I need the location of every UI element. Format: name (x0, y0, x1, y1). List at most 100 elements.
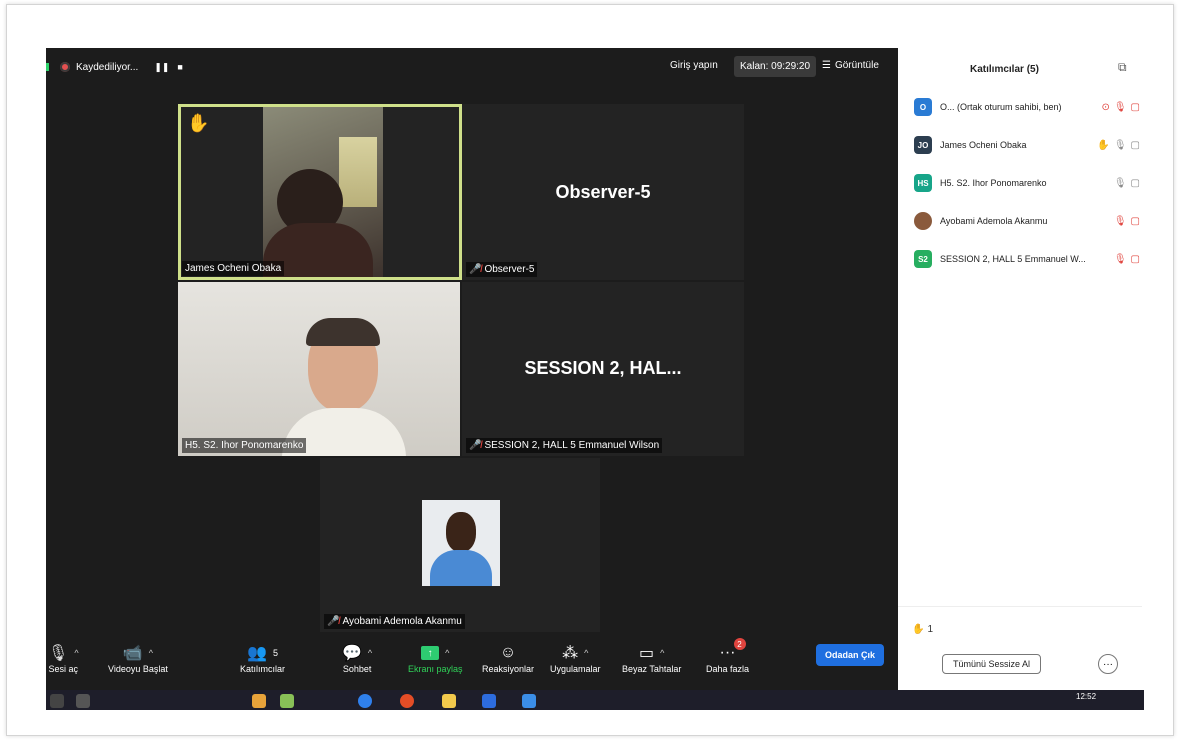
app-icon[interactable] (482, 694, 496, 708)
raised-hands-value: 1 (927, 624, 934, 635)
app-icon[interactable] (522, 694, 536, 708)
stop-recording-button[interactable]: ■ (177, 62, 182, 73)
panel-title: Katılımcılar (5) (970, 64, 1039, 75)
participant-hair (306, 318, 380, 346)
participant-name: James Ocheni Obaka (940, 140, 1027, 150)
app-icon[interactable] (358, 694, 372, 708)
reactions-button[interactable]: ☺ Reaksiyonlar (482, 642, 534, 674)
recording-label: Kaydediliyor... (76, 61, 139, 73)
popout-icon[interactable]: ⧉ (1118, 60, 1127, 75)
app-icon[interactable] (280, 694, 294, 708)
avatar: S2 (914, 250, 932, 268)
start-video-button[interactable]: 📹 ^ Videoyu Başlat (108, 642, 168, 674)
video-options-caret[interactable]: ^ (149, 648, 153, 658)
avatar (914, 212, 932, 230)
chat-button[interactable]: 💬 ^ Sohbet (342, 642, 372, 674)
share-screen-icon: ↑ (421, 646, 440, 660)
video-off-icon: 📹 (122, 645, 143, 662)
notification-badge: 2 (733, 638, 746, 650)
whiteboard-icon: ▭ (639, 645, 655, 662)
window-light (339, 137, 377, 207)
start-video-label: Videoyu Başlat (108, 664, 168, 674)
apps-button[interactable]: ⁂ ^ Uygulamalar (550, 642, 601, 674)
video-off-icon: ▢ (1130, 177, 1140, 189)
participant-row[interactable]: Ayobami Ademola Akanmu 🎙 ▢ (914, 210, 1144, 232)
mic-muted-icon: 🎙 (1113, 215, 1127, 227)
video-tile-james[interactable]: ✋ James Ocheni Obaka (178, 104, 462, 280)
view-label: Görüntüle (834, 60, 879, 71)
participants-icon: 👥 (247, 645, 267, 662)
more-button[interactable]: ··· 2 Daha fazla (706, 638, 750, 674)
participants-button[interactable]: 👥 5 Katılımcılar (240, 642, 285, 674)
apps-icon: ⁂ (562, 645, 579, 662)
avatar: JO (914, 136, 932, 154)
search-icon[interactable] (76, 694, 90, 708)
more-label: Daha fazla (706, 664, 750, 674)
participant-row[interactable]: S2 SESSION 2, HALL 5 Emmanuel W... 🎙 ▢ (914, 248, 1144, 270)
avatar: O (914, 98, 932, 116)
tile-display-name: Observer-5 (555, 182, 651, 202)
tile-name: SESSION 2, HALL 5 Emmanuel Wilson (484, 440, 660, 451)
more-icon: ··· (719, 644, 736, 661)
avatar: HS (914, 174, 932, 192)
meeting-toolbar: 🎙 ^ Sesi aç 📹 ^ Videoyu Başlat 👥 5 Katılımc… (46, 636, 898, 690)
raised-hand-icon: ✋ (1097, 139, 1110, 151)
app-icon[interactable] (400, 694, 414, 708)
raised-hands-count: ✋ 1 (912, 624, 933, 635)
panel-divider (898, 606, 1142, 607)
video-off-icon: ▢ (1130, 215, 1140, 227)
chat-options-caret[interactable]: ^ (368, 648, 372, 658)
participant-row[interactable]: HS H5. S2. Ihor Ponomarenko 🎙 ▢ (914, 172, 1144, 194)
tile-name-tag: 🎤̸ SESSION 2, HALL 5 Emmanuel Wilson (466, 438, 663, 453)
share-screen-button[interactable]: ↑ ^ Ekranı paylaş (408, 642, 463, 674)
unmute-button[interactable]: 🎙 ^ Sesi aç (48, 642, 79, 674)
chat-label: Sohbet (342, 664, 372, 674)
participant-name: Ayobami Ademola Akanmu (940, 216, 1048, 226)
audio-options-caret[interactable]: ^ (74, 648, 78, 658)
mic-muted-icon: 🎤̸ (469, 264, 482, 275)
recording-indicator: Kaydediliyor... ❚❚ ■ (60, 58, 183, 76)
record-icon (60, 62, 70, 72)
video-tile-session2[interactable]: SESSION 2, HAL... 🎤̸ SESSION 2, HALL 5 E… (462, 282, 744, 456)
video-tile-ihor[interactable]: H5. S2. Ihor Ponomarenko (178, 282, 460, 456)
video-tile-ayobami[interactable]: 🎤̸ Ayobami Ademola Akanmu (320, 458, 600, 632)
whiteboard-options-caret[interactable]: ^ (660, 648, 664, 658)
pause-recording-button[interactable]: ❚❚ (154, 62, 169, 73)
participant-row[interactable]: O O... (Ortak oturum sahibi, ben) ⊙ 🎙 ▢ (914, 96, 1144, 118)
profile-photo (422, 500, 500, 586)
apps-label: Uygulamalar (550, 664, 601, 674)
participant-name: H5. S2. Ihor Ponomarenko (940, 178, 1047, 188)
apps-options-caret[interactable]: ^ (584, 648, 588, 658)
app-icon[interactable] (442, 694, 456, 708)
video-off-icon: ▢ (1130, 139, 1140, 151)
windows-taskbar: 12:52 (46, 690, 1144, 710)
video-tile-observer[interactable]: Observer-5 🎤̸ Observer-5 (462, 104, 744, 280)
start-icon[interactable] (50, 694, 64, 708)
tile-name: H5. S2. Ihor Ponomarenko (185, 440, 304, 451)
view-button[interactable]: ☰ Görüntüle (822, 60, 879, 71)
participant-name: O... (Ortak oturum sahibi, ben) (940, 102, 1062, 112)
signin-link[interactable]: Giriş yapın (670, 60, 718, 71)
reactions-icon: ☺ (499, 644, 517, 661)
mic-muted-icon: 🎤̸ (327, 616, 340, 627)
video-feed (178, 282, 460, 456)
participants-panel: Katılımcılar (5) ⧉ O O... (Ortak oturum … (898, 48, 1144, 690)
tile-name-tag: H5. S2. Ihor Ponomarenko (182, 438, 307, 453)
mic-off-icon: 🎙 (48, 645, 69, 662)
chat-icon: 💬 (342, 645, 362, 662)
tile-name: Observer-5 (484, 264, 535, 275)
participant-row[interactable]: JO James Ocheni Obaka ✋ 🎙 ▢ (914, 134, 1144, 156)
share-screen-label: Ekranı paylaş (408, 664, 463, 674)
video-off-icon: ▢ (1130, 101, 1140, 113)
app-icon[interactable] (252, 694, 266, 708)
whiteboard-button[interactable]: ▭ ^ Beyaz Tahtalar (622, 642, 681, 674)
panel-more-button[interactable]: ··· (1098, 654, 1118, 674)
video-feed (263, 107, 383, 277)
security-indicator (46, 63, 49, 71)
share-options-caret[interactable]: ^ (445, 648, 449, 658)
leave-meeting-button[interactable]: Odadan Çık (816, 644, 885, 666)
tile-name-tag: James Ocheni Obaka (182, 261, 285, 276)
mute-all-button[interactable]: Tümünü Sessize Al (942, 654, 1042, 674)
tile-name: Ayobami Ademola Akanmu (342, 616, 462, 627)
photo-shirt (430, 550, 492, 586)
